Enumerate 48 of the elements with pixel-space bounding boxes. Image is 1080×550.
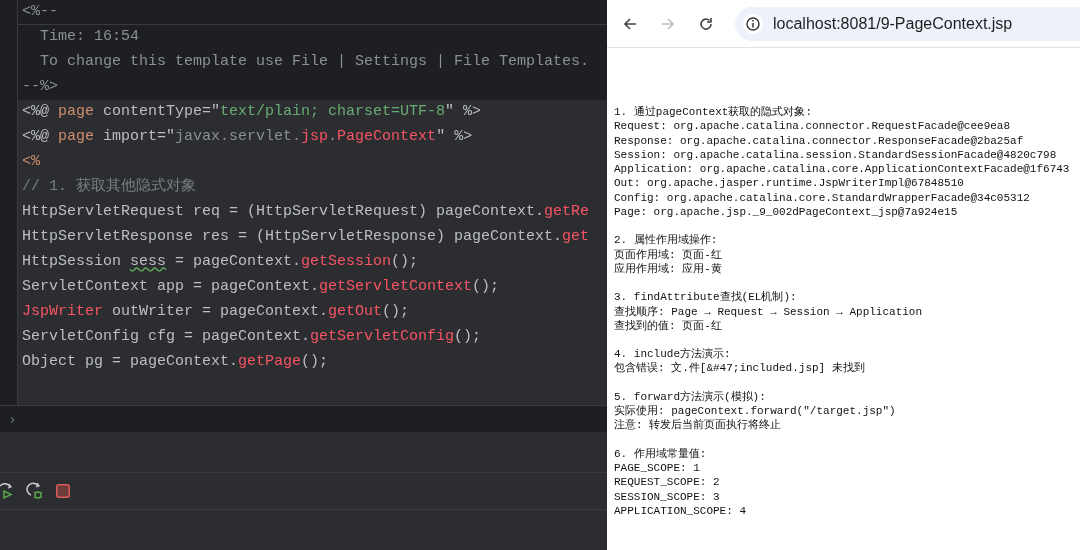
- output-line: 3. findAttribute查找(EL机制):: [614, 290, 798, 305]
- code-line: Time: 16:54: [39, 27, 140, 48]
- output-line: APPLICATION_SCOPE: 4: [614, 503, 748, 519]
- output-line: 包含错误: 文.件[&#47;included.jsp] 未找到: [614, 361, 866, 376]
- output-line: 注意: 转发后当前页面执行将终止: [614, 418, 783, 433]
- address-bar[interactable]: localhost:8081/9-PageContext.jsp: [735, 6, 1080, 41]
- output-line: SESSION_SCOPE: 3: [614, 489, 721, 504]
- rerun-icon[interactable]: [0, 483, 14, 499]
- output-line: Response: org.apache.catalina.connector.ResponseFacade@2ba25af: [614, 133, 1025, 148]
- output-line: 实际使用: pageContext.forward("/target.jsp"): [614, 404, 897, 419]
- output-line: 1. 通过pageContext获取的隐式对象:: [614, 105, 814, 120]
- output-line: Page: org.apache.jsp._9_002dPageContext_jsp@7a924e15: [614, 205, 959, 220]
- output-line: 5. forward方法演示(模拟):: [614, 389, 767, 405]
- back-icon[interactable]: [623, 16, 637, 31]
- code-line: JspWriter outWriter = pageContext.getOut();: [22, 302, 410, 323]
- output-line: REQUEST_SCOPE: 2: [614, 475, 721, 490]
- output-line: 查找到的值: 页面-红: [614, 318, 723, 334]
- rerun-debug-icon[interactable]: [26, 482, 44, 500]
- output-line: 4. include方法演示:: [614, 347, 732, 362]
- output-line: 6. 作用域常量值:: [614, 446, 708, 461]
- output-line: PAGE_SCOPE: 1: [614, 460, 701, 476]
- code-line: --%>: [22, 77, 58, 98]
- code-line: ServletConfig cfg = pageContext.getServletConfig();: [22, 327, 482, 348]
- output-line: 页面作用域: 页面-红: [614, 247, 723, 262]
- output-line: Session: org.apache.catalina.session.StandardSessionFacade@4820c798: [614, 147, 1058, 163]
- output-line: 查找顺序: Page → Request → Session → Application: [614, 304, 924, 319]
- output-line: Request: org.apache.catalina.connector.RequestFacade@cee9ea8: [614, 119, 1012, 134]
- code-line: // 1. 获取其他隐式对象: [22, 176, 196, 198]
- output-line: Application: org.apache.catalina.core.ApplicationContextFacade@1f6743: [614, 162, 1071, 177]
- code-line: <%--: [22, 1, 58, 22]
- code-line: ServletContext app = pageContext.getServletContext();: [22, 277, 500, 298]
- code-line: <%@ page contentType="text/plain; charset=UTF-8" %>: [22, 102, 482, 123]
- stop-icon[interactable]: [56, 484, 70, 498]
- code-line: <%@ page import="javax.servlet.jsp.PageContext" %>: [22, 127, 473, 148]
- output-line: Out: org.apache.jasper.runtime.JspWriterImpl@67848510: [614, 176, 965, 191]
- output-line: Config: org.apache.catalina.core.StandardWrapperFacade@34c05312: [614, 190, 1031, 206]
- breadcrumb-separator: ›: [10, 408, 15, 429]
- code-line: HttpServletRequest req = (HttpServletRequest) pageContext.getRe: [22, 202, 590, 223]
- code-line: <%: [22, 152, 40, 173]
- output-line: 2. 属性作用域操作:: [614, 233, 719, 248]
- output-line: 应用作用域: 应用-黄: [614, 261, 723, 277]
- info-icon[interactable]: [743, 13, 763, 34]
- reload-icon[interactable]: [699, 16, 713, 31]
- code-line: To change this template use File | Settings | File Templates.: [39, 52, 590, 73]
- code-line: Object pg = pageContext.getPage();: [22, 352, 329, 373]
- code-line: HttpSession sess = pageContext.getSession();: [22, 252, 419, 273]
- code-line: HttpServletResponse res = (HttpServletResponse) pageContext.get: [22, 227, 590, 248]
- url-text: localhost:8081/9-PageContext.jsp: [773, 13, 1013, 34]
